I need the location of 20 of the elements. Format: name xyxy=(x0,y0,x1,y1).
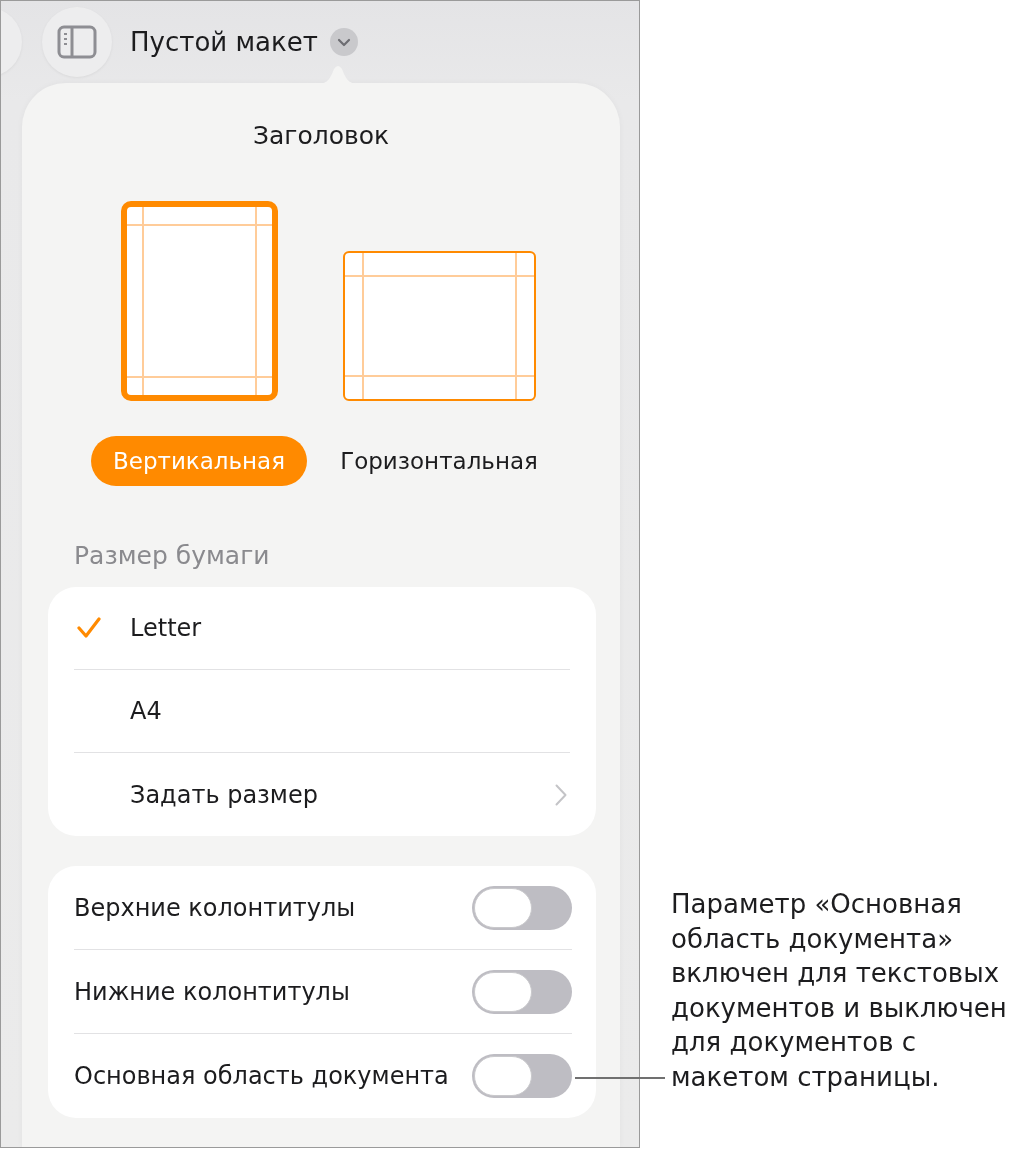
chevron-down-icon[interactable] xyxy=(329,28,358,56)
document-title[interactable]: Пустой макет xyxy=(130,26,318,58)
paper-size-option[interactable]: Letter xyxy=(74,587,570,670)
toggle-switch[interactable] xyxy=(472,1054,572,1098)
orientation-button[interactable]: Горизонтальная xyxy=(318,436,560,486)
sidebar-icon xyxy=(57,25,97,59)
popover-title: Заголовок xyxy=(252,121,390,151)
toggle-label: Нижние колонтитулы xyxy=(74,976,350,1007)
callout-text: Параметр «Основная область документа» включен для текстовых документов и выключен для документов с макетом страницы. xyxy=(671,888,1007,1094)
paper-size-option[interactable]: A4 xyxy=(74,670,570,753)
chevron-right-icon xyxy=(555,783,567,806)
toggle-switch[interactable] xyxy=(472,969,572,1014)
portrait-page-icon[interactable] xyxy=(120,201,278,401)
toggle-switch[interactable] xyxy=(472,885,572,930)
landscape-page-icon[interactable] xyxy=(342,251,536,401)
paper-size-option[interactable]: Задать размер xyxy=(74,753,570,836)
toggle-label: Верхние колонтитулы xyxy=(74,892,356,923)
checkmark-icon xyxy=(77,617,101,639)
section-label: Размер бумаги xyxy=(74,541,270,571)
toggle-label: Основная область документа xyxy=(74,1061,449,1091)
